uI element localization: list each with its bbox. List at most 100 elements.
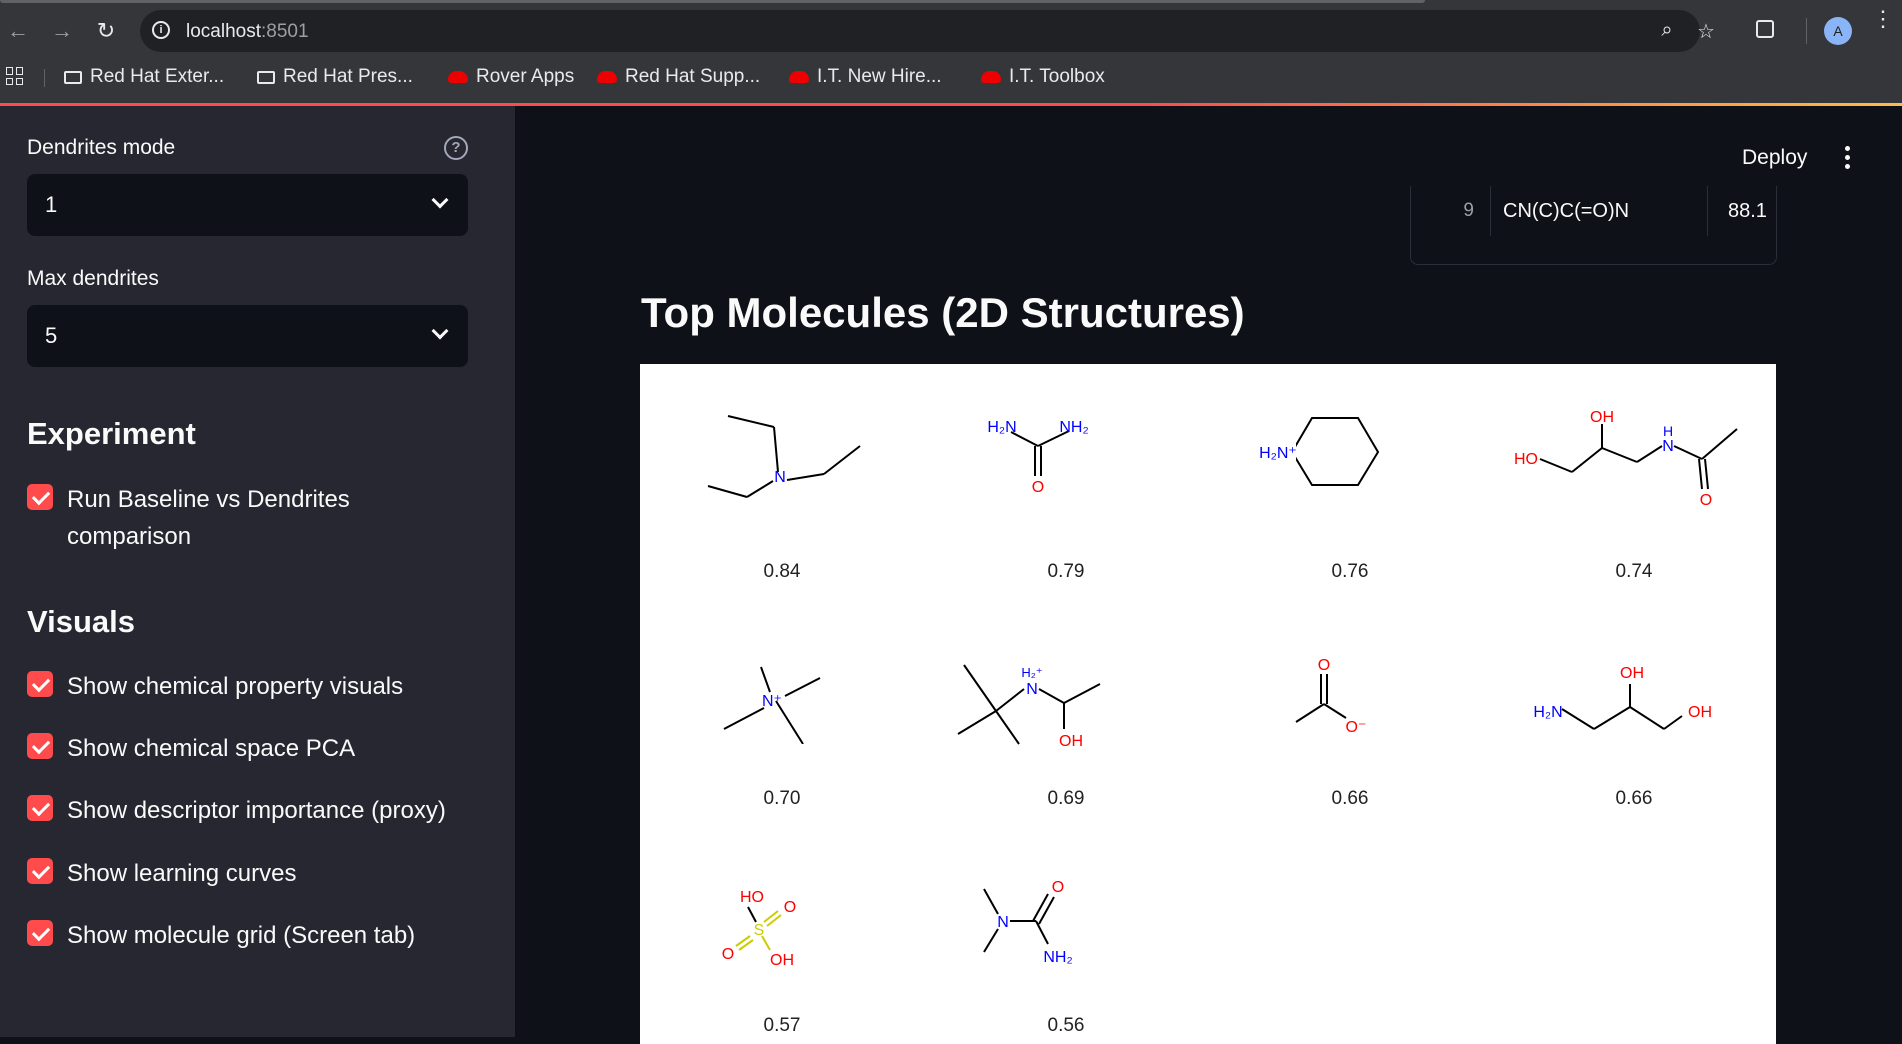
molecule-score: 0.79: [1047, 561, 1085, 582]
tab-strip: [0, 0, 1425, 3]
svg-text:H₂N⁺: H₂N⁺: [1259, 445, 1297, 462]
main-content: Deploy 9 CN(C)C(=O)N 88.1 Top Molecules …: [515, 106, 1902, 1044]
baseline-vs-dendrites-checkbox[interactable]: Run Baseline vs Dendrites comparison: [27, 481, 407, 555]
molecule-structure-acetate: O O⁻: [1208, 634, 1492, 744]
svg-text:NH₂: NH₂: [1043, 949, 1072, 966]
back-icon[interactable]: ←: [4, 17, 32, 45]
molecule-structure-urea: H₂N NH₂ O: [924, 414, 1208, 524]
site-info-icon[interactable]: i: [152, 21, 170, 39]
bookmark-red-hat-press[interactable]: Red Hat Pres...: [257, 66, 413, 88]
checkbox-checked-icon[interactable]: [27, 733, 53, 759]
extensions-icon[interactable]: [1756, 20, 1774, 38]
results-table[interactable]: 9 CN(C)C(=O)N 88.1: [1410, 186, 1777, 265]
checkbox-label: Show learning curves: [67, 860, 297, 887]
svg-text:O: O: [784, 899, 796, 916]
reload-icon[interactable]: ↻: [92, 17, 120, 45]
url-host: localhost: [186, 21, 261, 42]
checkbox-checked-icon[interactable]: [27, 484, 53, 510]
folder-icon: [257, 70, 275, 84]
descriptor-importance-checkbox[interactable]: Show descriptor importance (proxy): [27, 792, 446, 829]
bookmark-label: I.T. Toolbox: [1009, 66, 1105, 87]
dendrites-mode-value: 1: [45, 192, 58, 217]
bookmarks-divider: [44, 69, 45, 87]
browser-toolbar: ← → ↻ i localhost:8501 ⌕ ☆ A ⋮ Red Hat E…: [0, 0, 1902, 105]
redhat-icon: [448, 71, 468, 83]
chevron-down-icon: [431, 322, 449, 340]
address-bar[interactable]: i localhost:8501 ⌕ ☆: [140, 10, 1715, 52]
molecule-grid-checkbox[interactable]: Show molecule grid (Screen tab): [27, 917, 415, 954]
molecule-score: 0.56: [1047, 1015, 1085, 1036]
url-text[interactable]: localhost:8501: [186, 21, 309, 43]
bookmark-it-new-hire[interactable]: I.T. New Hire...: [789, 66, 942, 88]
visuals-heading: Visuals: [27, 604, 136, 639]
score-cell: 88.1: [1728, 200, 1767, 222]
dendrites-mode-label: Dendrites mode: [27, 136, 176, 159]
svg-text:S: S: [754, 922, 765, 939]
profile-avatar[interactable]: A: [1824, 17, 1852, 45]
svg-text:N: N: [997, 914, 1009, 931]
checkbox-checked-icon[interactable]: [27, 795, 53, 821]
checkbox-checked-icon[interactable]: [27, 858, 53, 884]
molecule-structure-aminopropanediol: H₂N OH OH: [1492, 634, 1776, 744]
table-row: 9 CN(C)C(=O)N 88.1: [1411, 186, 1776, 236]
bookmark-label: Red Hat Supp...: [625, 66, 761, 87]
bookmark-it-toolbox[interactable]: I.T. Toolbox: [981, 66, 1105, 88]
checkbox-label: Show chemical space PCA: [67, 735, 356, 762]
help-icon[interactable]: ?: [444, 136, 468, 160]
molecule-score: 0.84: [763, 561, 801, 582]
svg-text:H: H: [1663, 423, 1673, 439]
svg-text:H₂N: H₂N: [987, 419, 1016, 436]
bookmark-label: Red Hat Pres...: [283, 66, 413, 87]
checkbox-checked-icon[interactable]: [27, 671, 53, 697]
apps-grid-icon[interactable]: [6, 67, 24, 85]
svg-text:HO: HO: [740, 889, 764, 906]
chevron-down-icon: [431, 191, 449, 209]
chemical-space-pca-checkbox[interactable]: Show chemical space PCA: [27, 730, 355, 767]
browser-menu-icon[interactable]: ⋮: [1872, 8, 1894, 30]
bookmark-label: I.T. New Hire...: [817, 66, 942, 87]
svg-text:OH: OH: [1590, 409, 1614, 426]
deploy-button[interactable]: Deploy: [1742, 146, 1807, 170]
smiles-cell: CN(C)C(=O)N: [1491, 186, 1708, 236]
max-dendrites-value: 5: [45, 323, 58, 348]
svg-text:O: O: [722, 946, 734, 963]
url-port: :8501: [261, 21, 309, 42]
max-dendrites-select[interactable]: 5: [27, 305, 468, 367]
molecule-structure-piperidinium: H₂N⁺: [1208, 414, 1492, 524]
redhat-icon: [597, 71, 617, 83]
svg-text:O: O: [1032, 479, 1044, 496]
property-visuals-checkbox[interactable]: Show chemical property visuals: [27, 668, 403, 705]
max-dendrites-label: Max dendrites: [27, 267, 159, 290]
checkbox-checked-icon[interactable]: [27, 920, 53, 946]
molecule-score: 0.57: [763, 1015, 801, 1036]
molecule-structure-dimethylurea: N O NH₂: [924, 864, 1208, 974]
forward-icon[interactable]: →: [48, 17, 76, 45]
svg-text:OH: OH: [1620, 665, 1644, 682]
checkbox-label: Show chemical property visuals: [67, 673, 404, 700]
toolbar-divider: [1806, 18, 1807, 44]
svg-text:OH: OH: [1688, 704, 1712, 721]
svg-text:O: O: [1318, 657, 1330, 674]
bookmark-red-hat-support[interactable]: Red Hat Supp...: [597, 66, 760, 88]
molecule-score: 0.74: [1615, 561, 1653, 582]
molecule-score: 0.66: [1331, 788, 1369, 809]
molecule-structure-tetramethylammonium: N⁺: [640, 634, 924, 744]
molecule-structure-triethylamine: N: [640, 414, 924, 524]
checkbox-label: Show molecule grid (Screen tab): [67, 922, 416, 949]
molecule-score: 0.69: [1047, 788, 1085, 809]
svg-text:NH₂: NH₂: [1059, 419, 1088, 436]
bookmark-rover-apps[interactable]: Rover Apps: [448, 66, 574, 88]
learning-curves-checkbox[interactable]: Show learning curves: [27, 855, 296, 892]
zoom-icon[interactable]: ⌕: [1655, 19, 1679, 42]
folder-icon: [64, 70, 82, 84]
bookmark-red-hat-external[interactable]: Red Hat Exter...: [64, 66, 224, 88]
svg-text:H₂N: H₂N: [1533, 704, 1562, 721]
svg-text:N: N: [1026, 681, 1038, 698]
redhat-icon: [789, 71, 809, 83]
svg-text:O: O: [1052, 879, 1064, 896]
svg-text:N: N: [774, 469, 786, 486]
dendrites-mode-select[interactable]: 1: [27, 174, 468, 236]
app-menu-icon[interactable]: [1845, 146, 1851, 173]
bookmark-star-icon[interactable]: ☆: [1694, 19, 1718, 44]
svg-text:OH: OH: [770, 952, 794, 969]
